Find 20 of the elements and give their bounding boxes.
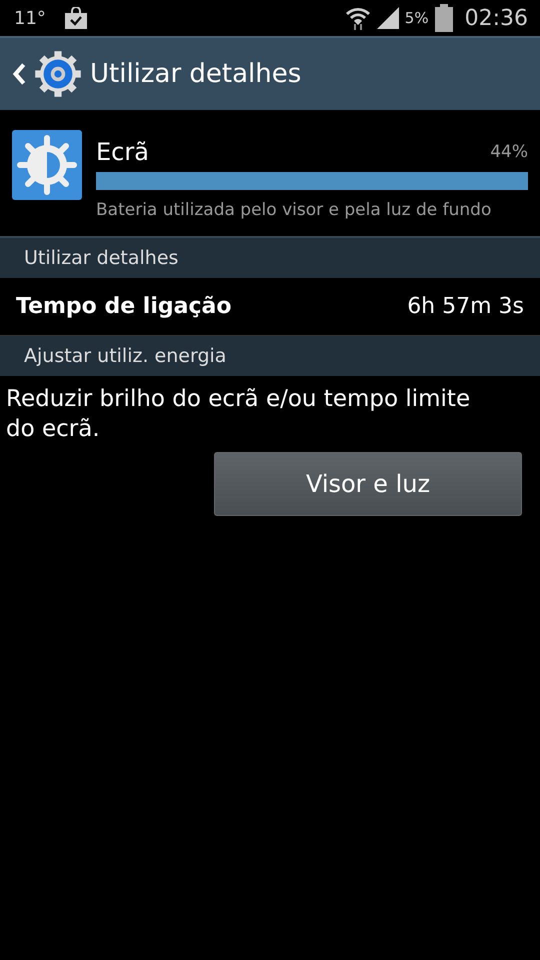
- row-label: Tempo de ligação: [16, 294, 232, 319]
- clock: 02:36: [464, 6, 528, 30]
- gear-icon: [34, 50, 82, 98]
- usage-percent: 44%: [490, 142, 528, 162]
- brightness-icon: [12, 130, 82, 200]
- back-icon: [12, 62, 26, 86]
- usage-description: Bateria utilizada pelo visor e pela luz de fundo: [96, 200, 492, 220]
- signal-icon: [376, 7, 399, 29]
- screen-title: Utilizar detalhes: [90, 59, 302, 89]
- battery-percent: 5%: [404, 9, 429, 27]
- display-settings-button[interactable]: Visor e luz: [214, 452, 522, 516]
- wifi-icon: [344, 5, 371, 31]
- shopping-bag-icon: [64, 7, 88, 29]
- section-header: Utilizar detalhes: [0, 238, 540, 278]
- usage-name: Ecrã: [96, 138, 149, 166]
- advice-text: Reduzir brilho do ecrã e/ou tempo limite do ecrã.: [5, 385, 472, 444]
- section-header: Ajustar utiliz. energia: [0, 336, 540, 376]
- row-value: 6h 57m 3s: [407, 294, 524, 319]
- battery-icon: [434, 4, 453, 32]
- temperature: 11°: [14, 8, 46, 28]
